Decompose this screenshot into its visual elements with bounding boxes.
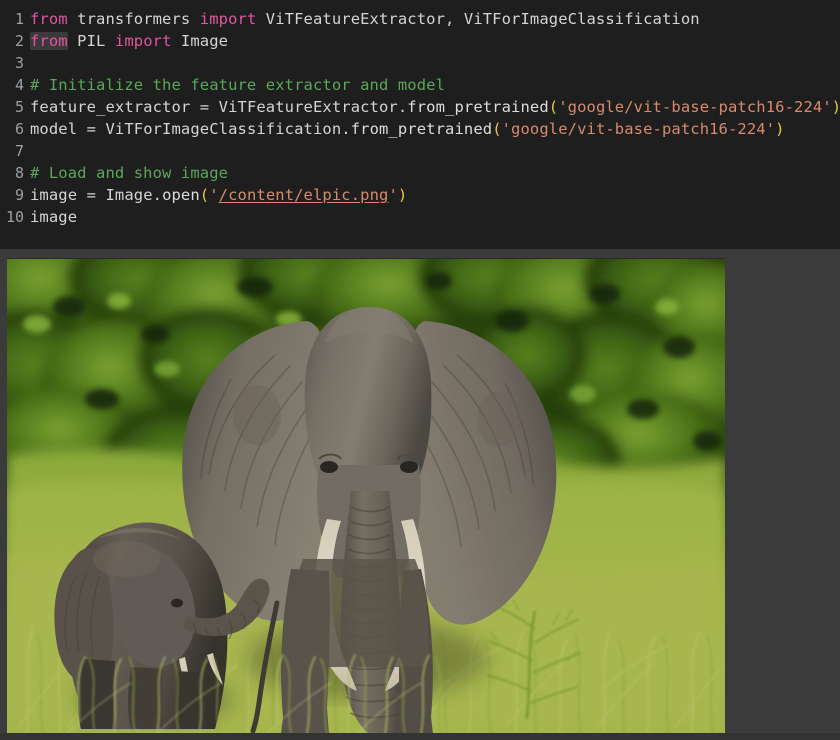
code-token-name: feature_extractor xyxy=(30,98,200,116)
code-token-str: ' xyxy=(388,186,398,204)
code-token-paren: ( xyxy=(199,186,210,204)
code-line: 7 xyxy=(0,140,840,162)
code-token-name: image xyxy=(30,208,78,226)
output-bottom-strip xyxy=(0,733,840,740)
code-token-op: = xyxy=(86,186,97,204)
code-token-comment: # Load and show image xyxy=(30,164,229,182)
code-line-content: image xyxy=(30,206,77,228)
code-token-kw: from xyxy=(30,10,68,28)
code-line: 3 xyxy=(0,52,840,74)
line-number: 3 xyxy=(14,54,24,72)
code-token-cls: ViTForImageClassification xyxy=(96,120,342,138)
code-token-punct: . xyxy=(152,186,163,204)
code-token-kw: import xyxy=(199,10,257,28)
code-token-fn: open xyxy=(162,186,200,204)
code-token-name: model xyxy=(30,120,87,138)
code-token-punct: . xyxy=(341,120,351,138)
line-number: 4 xyxy=(14,76,24,94)
line-number: 7 xyxy=(14,142,24,160)
code-token-paren: ) xyxy=(832,98,840,116)
output-image-container[interactable] xyxy=(7,258,725,734)
code-token-str: 'google/vit-base-patch16-224' xyxy=(558,98,832,116)
code-token-name: image xyxy=(30,186,87,204)
line-number: 1 xyxy=(14,10,24,28)
line-number: 2 xyxy=(14,32,24,50)
code-line-content: image = Image.open('/content/elpic.png') xyxy=(30,184,407,206)
code-token-paren: ( xyxy=(548,98,559,116)
code-cell[interactable]: 1 from transformers import ViTFeatureExtr… xyxy=(0,0,840,249)
code-line-list: 1 from transformers import ViTFeatureExtr… xyxy=(0,8,840,228)
code-token-op: = xyxy=(199,98,210,116)
code-token-name: PIL xyxy=(67,32,115,50)
code-line-content: model = ViTForImageClassification.from_p… xyxy=(30,118,785,140)
elephant-photo xyxy=(7,259,725,734)
line-number: 9 xyxy=(14,186,24,204)
code-line-content: from transformers import ViTFeatureExtra… xyxy=(30,8,700,30)
code-token-paren: ) xyxy=(397,186,408,204)
code-line-content: # Load and show image xyxy=(30,162,228,184)
code-token-str-u[interactable]: /content/elpic.png xyxy=(219,186,389,204)
code-line: 6 model = ViTForImageClassification.from_… xyxy=(0,118,840,140)
code-line: 9 image = Image.open('/content/elpic.png'… xyxy=(0,184,840,206)
code-token-cls: ViTForImageClassification xyxy=(463,10,700,28)
code-line: 8 # Load and show image xyxy=(0,162,840,184)
code-token-paren: ) xyxy=(775,120,785,138)
code-token-cls: ViTFeatureExtractor xyxy=(209,98,398,116)
code-token-kw: import xyxy=(114,32,172,50)
code-token-punct: , xyxy=(445,10,464,28)
code-line-content: from PIL import Image xyxy=(30,30,228,52)
code-line: 1 from transformers import ViTFeatureExtr… xyxy=(0,8,840,30)
code-line-content: feature_extractor = ViTFeatureExtractor.… xyxy=(30,96,840,118)
code-token-cls: Image xyxy=(96,186,153,204)
code-token-paren: ( xyxy=(492,120,502,138)
line-number: 5 xyxy=(14,98,24,116)
code-line: 5 feature_extractor = ViTFeatureExtractor… xyxy=(0,96,840,118)
code-line: 10 image xyxy=(0,206,840,228)
cell-output-area xyxy=(0,249,840,740)
code-token-punct: . xyxy=(397,98,408,116)
code-token-str: 'google/vit-base-patch16-224' xyxy=(501,120,776,138)
code-token-op: = xyxy=(86,120,97,138)
line-number: 10 xyxy=(5,208,24,226)
code-line-content: # Initialize the feature extractor and m… xyxy=(30,74,445,96)
code-token-kw-hl: from xyxy=(30,32,68,50)
code-token-name: transformers xyxy=(67,10,200,28)
code-token-fn: from_pretrained xyxy=(350,120,493,138)
line-number: 8 xyxy=(14,164,24,182)
code-token-comment: # Initialize the feature extractor and m… xyxy=(30,76,445,94)
line-number: 6 xyxy=(14,120,24,138)
code-token-fn: from_pretrained xyxy=(407,98,549,116)
code-line: 2 from PIL import Image xyxy=(0,30,840,52)
code-token-str: ' xyxy=(209,186,219,204)
code-line: 4 # Initialize the feature extractor and … xyxy=(0,74,840,96)
code-token-cls: Image xyxy=(171,32,229,50)
code-token-cls: ViTFeatureExtractor xyxy=(256,10,446,28)
